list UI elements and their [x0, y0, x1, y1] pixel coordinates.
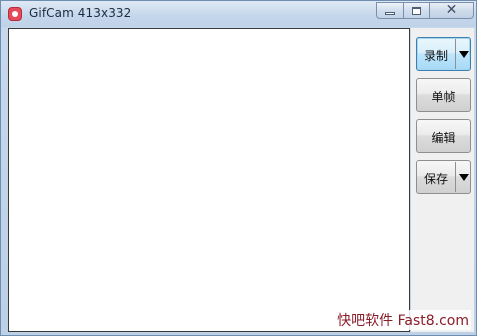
triangle-down-icon[interactable] — [459, 51, 469, 58]
frame-button[interactable]: 单帧 — [416, 78, 471, 112]
window-controls: ✕ — [376, 2, 474, 19]
split-divider — [455, 39, 456, 69]
save-button[interactable]: 保存 — [416, 160, 471, 194]
capture-area[interactable] — [8, 28, 410, 332]
edit-button[interactable]: 编辑 — [416, 119, 471, 153]
close-icon: ✕ — [445, 2, 458, 18]
gifcam-icon — [8, 7, 22, 21]
window-title: GifCam 413x332 — [29, 6, 132, 20]
minimize-button[interactable] — [376, 2, 403, 19]
maximize-button[interactable] — [403, 2, 429, 19]
frame-label: 单帧 — [431, 90, 456, 104]
record-button[interactable]: 录制 — [416, 37, 471, 71]
maximize-icon — [412, 7, 421, 15]
title-bar[interactable]: GifCam 413x332 ✕ — [1, 1, 476, 27]
control-panel: 录制 单帧 编辑 保存 — [411, 28, 474, 332]
split-divider — [455, 162, 456, 192]
save-label: 保存 — [423, 172, 448, 186]
edit-label: 编辑 — [431, 131, 456, 145]
watermark: 快吧软件 Fast8.com — [335, 310, 471, 330]
record-label: 录制 — [423, 49, 448, 63]
gifcam-window: GifCam 413x332 ✕ 录制 单帧 编辑 保存 — [0, 0, 477, 336]
triangle-down-icon[interactable] — [459, 174, 469, 181]
close-button[interactable]: ✕ — [429, 2, 474, 19]
minimize-icon — [385, 12, 395, 15]
